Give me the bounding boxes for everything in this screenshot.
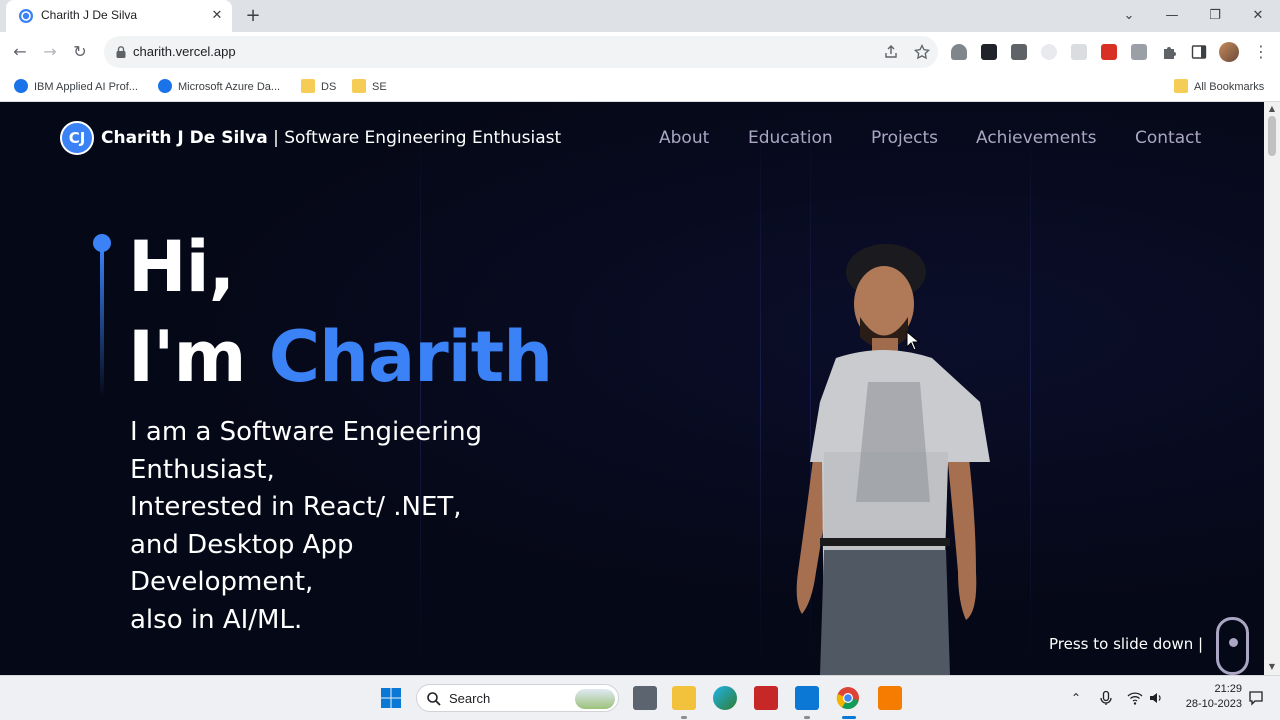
background-streak [760, 102, 761, 675]
bookmark-item[interactable]: IBM Applied AI Prof... [14, 79, 138, 95]
search-highlight-icon [575, 689, 615, 709]
microphone-icon[interactable] [1098, 690, 1114, 706]
extension-grid-icon[interactable] [1011, 44, 1027, 60]
3d-avatar[interactable] [780, 242, 1000, 675]
bookmark-item[interactable]: Microsoft Azure Da... [158, 79, 280, 95]
site-favicon-icon [19, 9, 33, 23]
system-clock[interactable]: 21:29 28-10-2023 [1170, 682, 1242, 712]
windows-start-icon[interactable] [379, 686, 403, 710]
reload-icon[interactable]: ↻ [70, 42, 90, 62]
folder-icon [352, 79, 366, 93]
intro-line: Development, [130, 567, 314, 597]
page-scrollbar[interactable]: ▲ ▼ [1264, 102, 1280, 675]
nav-link-contact[interactable]: Contact [1135, 128, 1201, 148]
nav-link-projects[interactable]: Projects [871, 128, 938, 148]
nav-link-education[interactable]: Education [748, 128, 833, 148]
all-bookmarks-folder[interactable]: All Bookmarks [1174, 79, 1264, 95]
scroll-down-icon[interactable]: ▼ [1267, 662, 1277, 672]
bookmark-favicon-icon [14, 79, 28, 93]
side-panel-icon[interactable] [1191, 44, 1207, 60]
volume-icon[interactable] [1148, 690, 1164, 706]
scroll-down-mouse-icon[interactable] [1216, 617, 1249, 675]
accent-line [100, 248, 104, 398]
folder-icon [301, 79, 315, 93]
tray-chevron-up-icon[interactable]: ⌃ [1068, 690, 1084, 706]
bookmark-favicon-icon [158, 79, 172, 93]
extension-circle-icon[interactable] [1041, 44, 1057, 60]
app-running-indicator [681, 716, 687, 719]
folder-icon [1174, 79, 1188, 93]
minimize-icon[interactable]: — [1162, 6, 1182, 26]
file-explorer-icon[interactable] [672, 686, 696, 710]
profile-avatar[interactable] [1219, 42, 1239, 62]
intro-line: and Desktop App [130, 529, 354, 560]
clock-date: 28-10-2023 [1185, 698, 1242, 710]
chrome-menu-icon[interactable]: ⋮ [1251, 42, 1271, 62]
extension-bug-icon[interactable] [951, 44, 967, 60]
nav-link-achievements[interactable]: Achievements [976, 128, 1096, 148]
forward-arrow-icon[interactable]: → [40, 42, 60, 62]
nav-link-about[interactable]: About [659, 128, 709, 148]
extension-page-icon[interactable] [1071, 44, 1087, 60]
address-bar[interactable]: charith.vercel.app [104, 36, 938, 68]
background-streak [1030, 102, 1031, 675]
search-placeholder: Search [449, 691, 491, 706]
chrome-icon[interactable] [836, 686, 860, 710]
intro-line: Enthusiast, [130, 454, 275, 485]
tab-strip: Charith J De Silva ✕ + ⌄ — ❐ ✕ [0, 0, 1280, 32]
site-brand[interactable]: Charith J De Silva | Software Engineerin… [101, 128, 561, 148]
vscode-icon[interactable] [795, 686, 819, 710]
taskbar: Search ⌃ 21:29 28-10-2023 [0, 675, 1280, 720]
back-arrow-icon[interactable]: ← [10, 42, 30, 62]
site-info-icon[interactable] [114, 45, 128, 59]
intro-text: I am a Software Engieering Enthusiast, I… [130, 414, 550, 639]
tab-close-icon[interactable]: ✕ [209, 8, 225, 24]
tab-title: Charith J De Silva [41, 8, 138, 22]
hero-greeting: Hi, [128, 226, 235, 308]
extension-react-icon[interactable] [981, 44, 997, 60]
brand-tagline: | Software Engineering Enthusiast [267, 128, 562, 148]
site-logo[interactable]: CJ [60, 121, 94, 155]
extensions-puzzle-icon[interactable] [1161, 44, 1177, 60]
bookmarks-bar: IBM Applied AI Prof... Microsoft Azure D… [0, 72, 1280, 102]
share-icon[interactable] [883, 44, 899, 60]
extension-red-icon[interactable] [1101, 44, 1117, 60]
brand-name: Charith J De Silva [101, 128, 268, 148]
extension-camera-icon[interactable] [1131, 44, 1147, 60]
mouse-cursor-icon [906, 331, 920, 351]
scroll-up-icon[interactable]: ▲ [1267, 104, 1277, 114]
scroll-prompt: Press to slide down | [1049, 635, 1204, 653]
window-close-icon[interactable]: ✕ [1248, 6, 1268, 26]
hero-name: Charith [268, 316, 553, 398]
search-icon [427, 692, 441, 706]
app-active-indicator [842, 716, 856, 719]
restore-icon[interactable]: ❐ [1205, 6, 1225, 26]
task-view-icon[interactable] [633, 686, 657, 710]
hero-heading: I'm Charith [128, 316, 553, 398]
browser-tab-active[interactable]: Charith J De Silva ✕ [6, 0, 232, 32]
url-text[interactable]: charith.vercel.app [133, 44, 236, 59]
edge-browser-icon[interactable] [713, 686, 737, 710]
bookmark-folder[interactable]: SE [352, 79, 387, 95]
notifications-icon[interactable] [1248, 690, 1264, 706]
powerpoint-app-icon[interactable] [878, 686, 902, 710]
mouse-wheel-dot [1229, 638, 1238, 647]
clock-time: 21:29 [1214, 683, 1242, 695]
hero-prefix: I'm [128, 316, 269, 398]
intro-line: also in AI/ML. [130, 604, 303, 635]
intro-line: I am a Software Engieering [130, 417, 483, 447]
tab-search-chevron-down-icon[interactable]: ⌄ [1119, 6, 1139, 26]
page-viewport: CJ Charith J De Silva | Software Enginee… [0, 102, 1264, 675]
browser-toolbar: ← → ↻ charith.vercel.app ⋮ [0, 32, 1280, 72]
bookmark-star-icon[interactable] [914, 44, 930, 60]
scroll-thumb[interactable] [1268, 116, 1276, 156]
new-tab-button[interactable]: + [244, 7, 262, 25]
taskbar-search-box[interactable]: Search [416, 684, 619, 712]
capcut-app-icon[interactable] [754, 686, 778, 710]
app-running-indicator [804, 716, 810, 719]
wifi-icon[interactable] [1127, 690, 1143, 706]
intro-line: Interested in React/ .NET, [130, 492, 462, 522]
bookmark-folder[interactable]: DS [301, 79, 336, 95]
